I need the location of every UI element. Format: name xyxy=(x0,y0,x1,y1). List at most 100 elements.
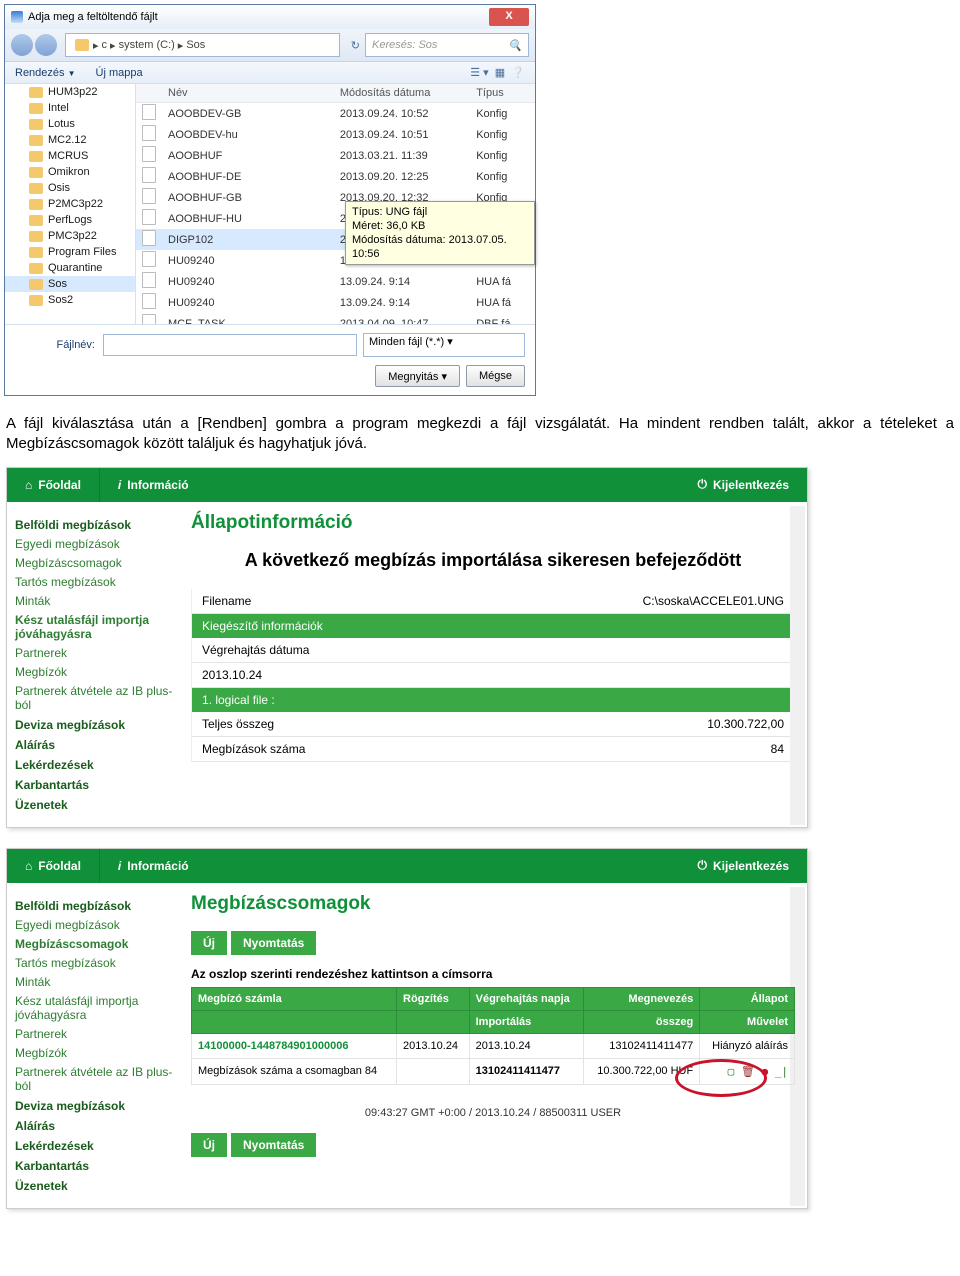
col-record[interactable]: Rögzítés xyxy=(397,987,470,1010)
tree-item[interactable]: Osis xyxy=(5,180,135,196)
sidebar-item[interactable]: Deviza megbízások xyxy=(15,1099,183,1113)
tree-item[interactable]: PerfLogs xyxy=(5,212,135,228)
tree-item[interactable]: MC2.12 xyxy=(5,132,135,148)
file-icon xyxy=(142,104,156,120)
sidebar-item[interactable]: Megbízáscsomagok xyxy=(15,556,183,570)
sidebar-item[interactable]: Belföldi megbízások xyxy=(15,899,183,913)
file-icon xyxy=(142,188,156,204)
sidebar-item[interactable]: Üzenetek xyxy=(15,798,183,812)
col-import[interactable]: Importálás xyxy=(469,1010,583,1033)
tree-item[interactable]: Quarantine xyxy=(5,260,135,276)
nav-home[interactable]: ⌂Főoldal xyxy=(7,468,100,502)
file-row[interactable]: AOOBDEV-GB2013.09.24. 10:52Konfig xyxy=(136,103,535,125)
sidebar-item[interactable]: Partnerek átvétele az IB plus-ból xyxy=(15,684,183,712)
nav-logout[interactable]: ⏻Kijelentkezés xyxy=(679,849,807,883)
nav-info[interactable]: iInformáció xyxy=(100,849,207,883)
new-button[interactable]: Új xyxy=(191,1133,227,1157)
col-action[interactable]: Művelet xyxy=(700,1010,795,1033)
sidebar-item[interactable]: Partnerek átvétele az IB plus-ból xyxy=(15,1065,183,1093)
dialog-title: Adja meg a feltöltendő fájlt xyxy=(28,11,158,23)
tree-item[interactable]: PMC3p22 xyxy=(5,228,135,244)
sidebar-item[interactable]: Kész utalásfájl importja jóváhagyásra xyxy=(15,613,183,641)
sidebar-item[interactable]: Aláírás xyxy=(15,738,183,752)
sidebar-item[interactable]: Minták xyxy=(15,975,183,989)
print-button[interactable]: Nyomtatás xyxy=(231,1133,316,1157)
preview-icon[interactable]: ▦ xyxy=(495,67,505,79)
sidebar-item[interactable]: Partnerek xyxy=(15,1027,183,1041)
sort-menu[interactable]: Rendezés ▼ xyxy=(15,67,76,79)
sidebar-item[interactable]: Tartós megbízások xyxy=(15,956,183,970)
new-folder-button[interactable]: Új mappa xyxy=(96,67,143,79)
col-name[interactable]: Megnevezés xyxy=(583,987,699,1010)
sidebar-item[interactable]: Partnerek xyxy=(15,646,183,660)
col-account[interactable]: Megbízó számla xyxy=(192,987,397,1010)
file-icon xyxy=(142,272,156,288)
nav-logout[interactable]: ⏻Kijelentkezés xyxy=(679,468,807,502)
record-icon[interactable]: ● xyxy=(762,1065,769,1078)
sidebar-item[interactable]: Deviza megbízások xyxy=(15,718,183,732)
file-row[interactable]: AOOBDEV-hu2013.09.24. 10:51Konfig xyxy=(136,124,535,145)
tree-item[interactable]: Omikron xyxy=(5,164,135,180)
file-row[interactable]: HU0924013.09.24. 9:14HUA fá xyxy=(136,292,535,313)
tree-item[interactable]: MCRUS xyxy=(5,148,135,164)
view-icon[interactable]: ☰ ▾ xyxy=(470,67,488,79)
tree-item[interactable]: Intel xyxy=(5,100,135,116)
col-sum[interactable]: összeg xyxy=(583,1010,699,1033)
sidebar-item[interactable]: Megbízók xyxy=(15,665,183,679)
sidebar-item[interactable]: Megbízáscsomagok xyxy=(15,937,183,951)
print-button[interactable]: Nyomtatás xyxy=(231,931,316,955)
sidebar-item[interactable]: Megbízók xyxy=(15,1046,183,1060)
sidebar-item[interactable]: Tartós megbízások xyxy=(15,575,183,589)
tree-item[interactable]: P2MC3p22 xyxy=(5,196,135,212)
forward-button[interactable] xyxy=(35,34,57,56)
file-row[interactable]: AOOBHUF2013.03.21. 11:39Konfig xyxy=(136,145,535,166)
filename-label: Fájlnév: xyxy=(15,339,95,351)
search-input[interactable]: Keresés: Sos🔍 xyxy=(365,33,529,57)
delete-icon[interactable]: 🗑 xyxy=(741,1065,755,1078)
tree-item[interactable]: HUM3p22 xyxy=(5,84,135,100)
sidebar-item[interactable]: Karbantartás xyxy=(15,1159,183,1173)
col-exec[interactable]: Végrehajtás napja xyxy=(469,987,583,1010)
folder-tree[interactable]: HUM3p22IntelLotusMC2.12MCRUSOmikronOsisP… xyxy=(5,84,136,324)
edit-icon[interactable]: _| xyxy=(775,1065,788,1078)
scrollbar[interactable] xyxy=(790,506,805,825)
tree-item[interactable]: Program Files xyxy=(5,244,135,260)
open-button[interactable]: Megnyitás ▾ xyxy=(375,365,460,387)
sidebar-item[interactable]: Aláírás xyxy=(15,1119,183,1133)
file-row[interactable]: AOOBHUF-DE2013.09.20. 12:25Konfig xyxy=(136,166,535,187)
sidebar-item[interactable]: Kész utalásfájl importja jóváhagyásra xyxy=(15,994,183,1022)
cancel-button[interactable]: Mégse xyxy=(466,365,525,387)
file-row[interactable]: HU0924013.09.24. 9:14HUA fá xyxy=(136,271,535,292)
power-icon: ⏻ xyxy=(697,477,707,492)
sidebar-item[interactable]: Lekérdezések xyxy=(15,1139,183,1153)
tree-item[interactable]: Lotus xyxy=(5,116,135,132)
info-icon: i xyxy=(118,859,121,873)
help-icon[interactable]: ❔ xyxy=(511,67,525,79)
sidebar-item[interactable]: Belföldi megbízások xyxy=(15,518,183,532)
sidebar-item[interactable]: Karbantartás xyxy=(15,778,183,792)
top-nav: ⌂Főoldal iInformáció ⏻Kijelentkezés xyxy=(7,849,807,883)
sidebar-item[interactable]: Üzenetek xyxy=(15,1179,183,1193)
file-row[interactable]: MCF_TASK2013.04.09. 10:47DBF fá xyxy=(136,313,535,324)
tree-item[interactable]: Sos2 xyxy=(5,292,135,308)
nav-home[interactable]: ⌂Főoldal xyxy=(7,849,100,883)
back-button[interactable] xyxy=(11,34,33,56)
nav-info[interactable]: iInformáció xyxy=(100,468,207,502)
col-state[interactable]: Állapot xyxy=(700,987,795,1010)
sidebar-item[interactable]: Minták xyxy=(15,594,183,608)
table-row[interactable]: Megbízások száma a csomagban 84 13102411… xyxy=(192,1058,795,1084)
sidebar-item[interactable]: Lekérdezések xyxy=(15,758,183,772)
view-icon[interactable]: ▢ xyxy=(728,1065,735,1078)
breadcrumb[interactable]: ▸ c ▸ system (C:) ▸ Sos xyxy=(65,33,340,57)
close-icon[interactable]: X xyxy=(489,8,529,26)
folder-icon xyxy=(29,87,43,98)
sidebar-item[interactable]: Egyedi megbízások xyxy=(15,537,183,551)
tree-item[interactable]: Sos xyxy=(5,276,135,292)
new-button[interactable]: Új xyxy=(191,931,227,955)
filetype-select[interactable]: Minden fájl (*.*) ▾ xyxy=(363,333,525,357)
table-row[interactable]: 14100000-1448784901000006 2013.10.24 201… xyxy=(192,1033,795,1058)
filename-input[interactable] xyxy=(103,334,357,356)
search-icon: 🔍 xyxy=(508,39,522,52)
sidebar-item[interactable]: Egyedi megbízások xyxy=(15,918,183,932)
refresh-icon[interactable]: ↻ xyxy=(351,39,360,52)
